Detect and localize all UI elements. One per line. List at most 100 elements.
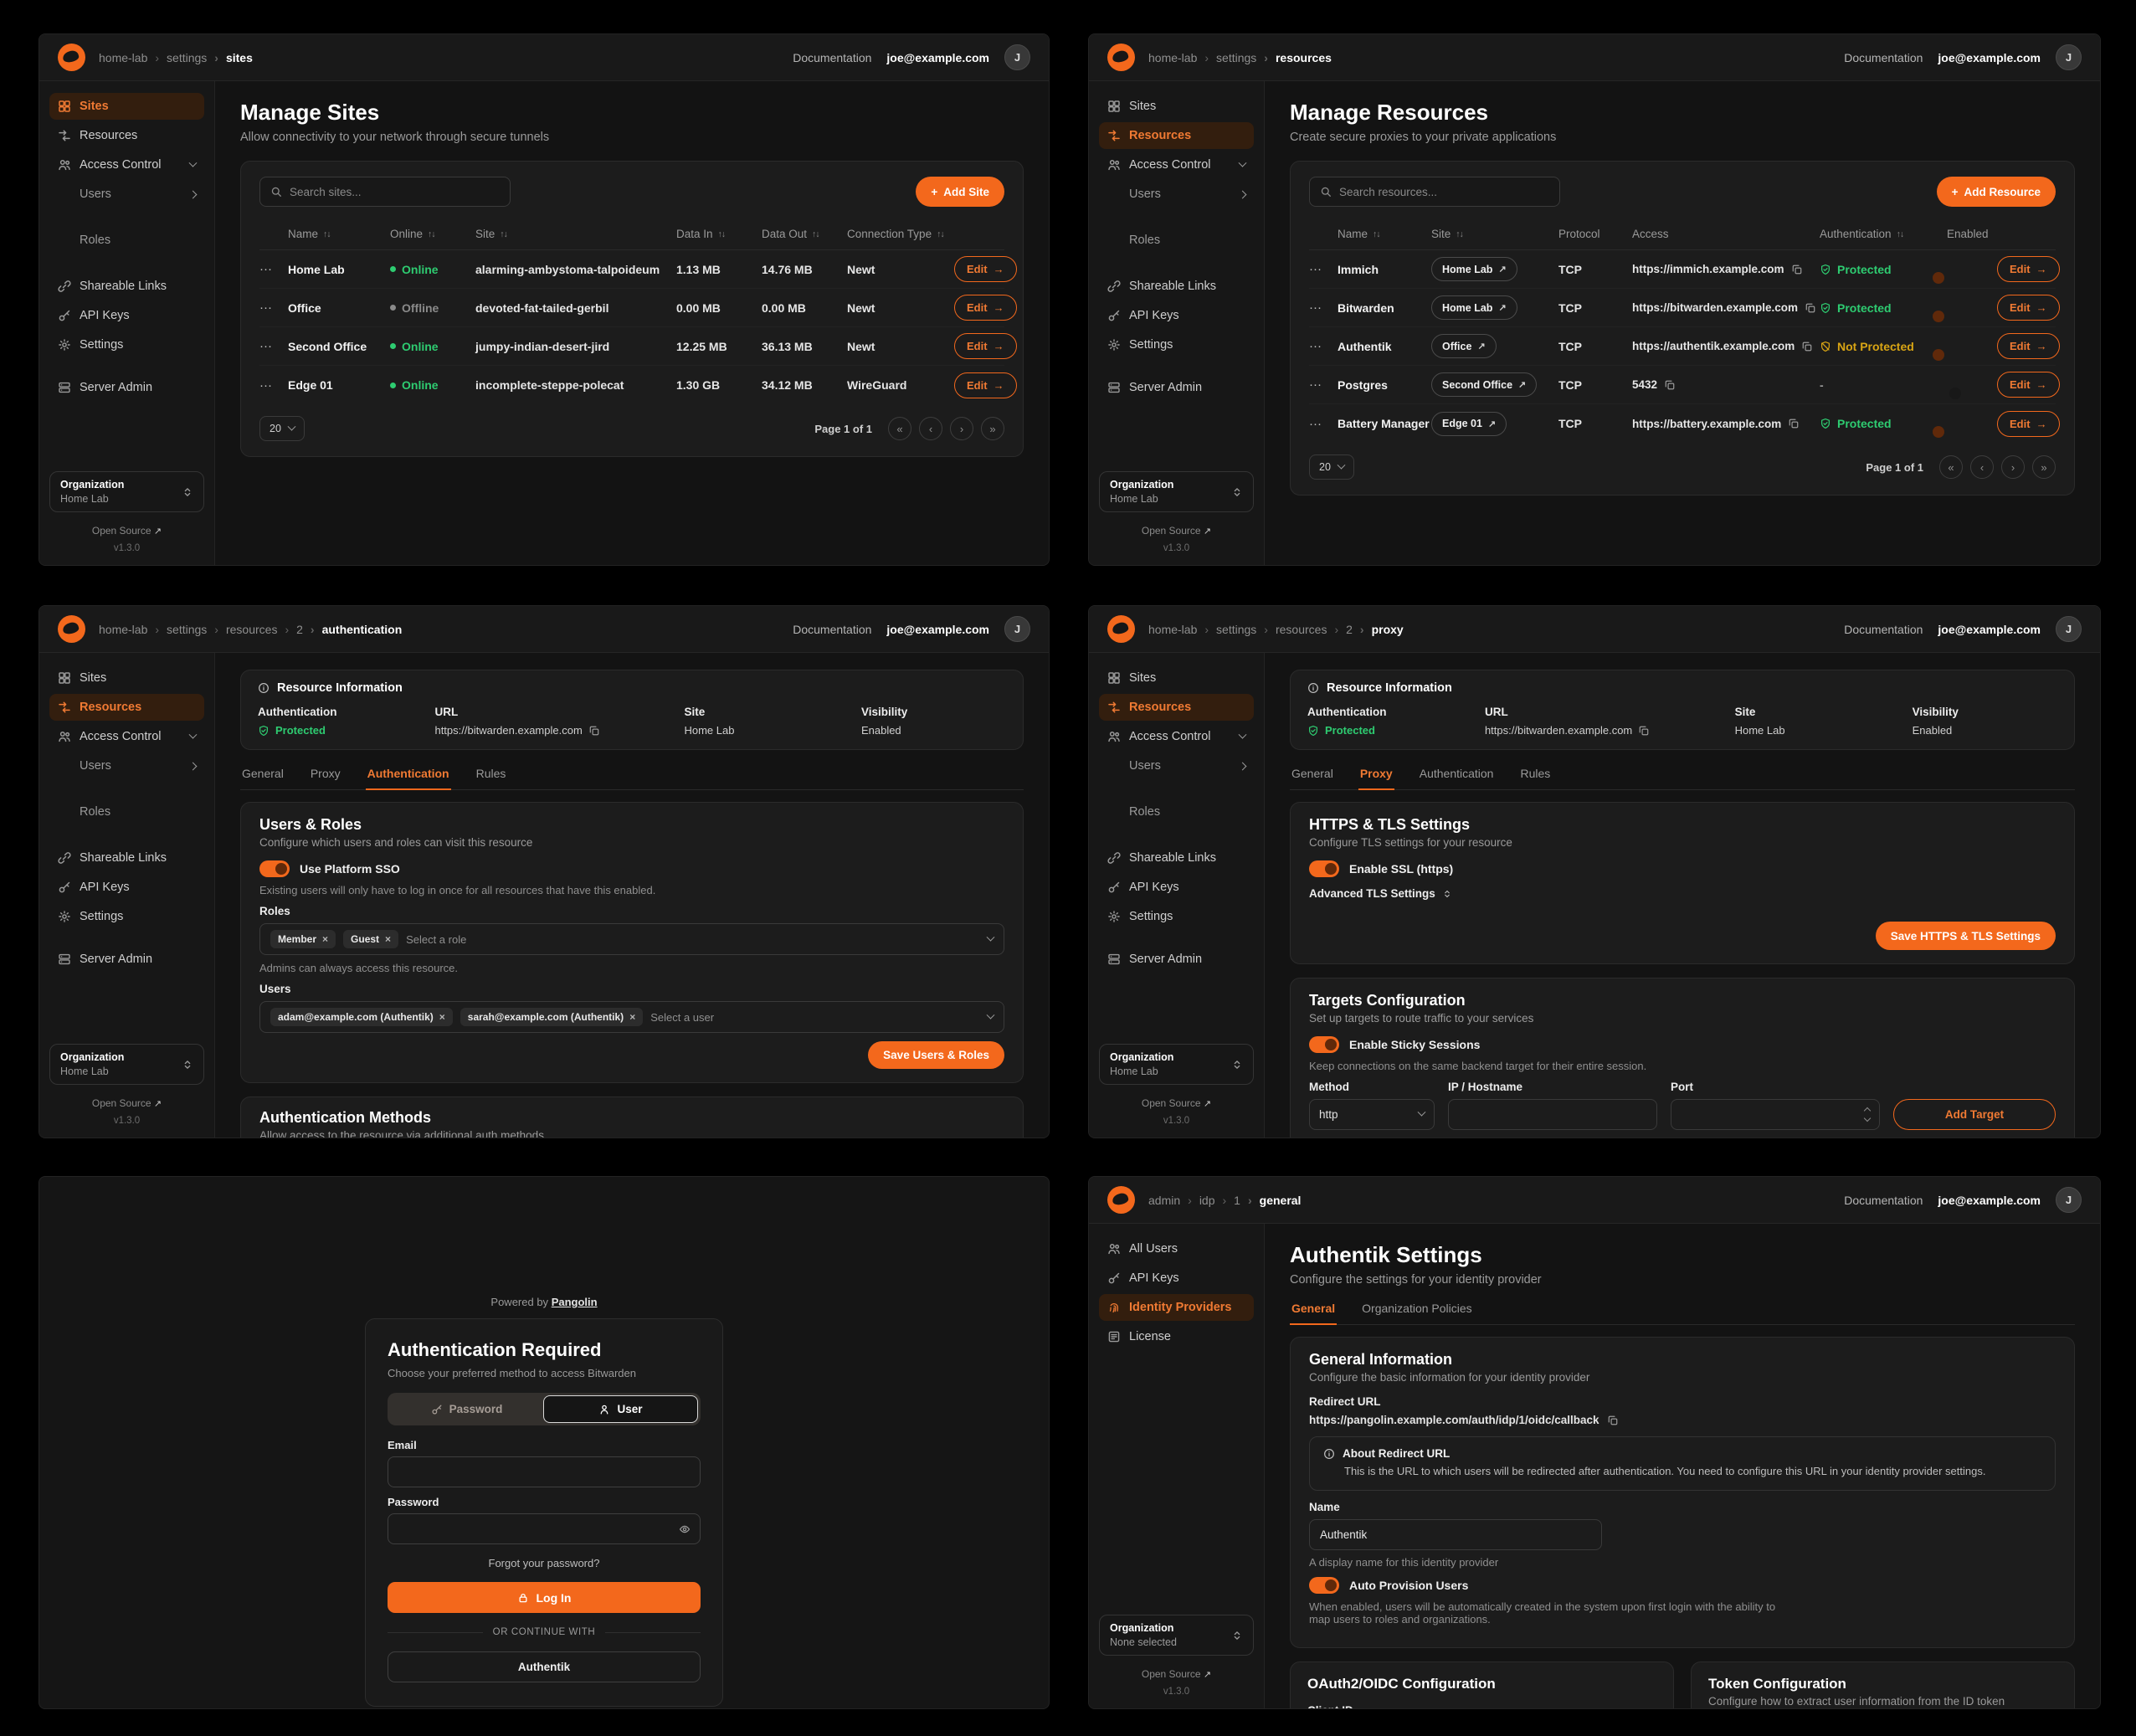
sidebar-item[interactable]: Shareable Links bbox=[1099, 273, 1254, 300]
edit-button[interactable]: Edit→ bbox=[954, 256, 1017, 282]
user-email[interactable]: joe@example.com bbox=[1938, 1194, 2041, 1207]
tab-rules[interactable]: Rules bbox=[475, 760, 508, 789]
breadcrumb-item[interactable]: 1 bbox=[1215, 1194, 1240, 1207]
org-selector[interactable]: OrganizationHome Lab bbox=[1099, 471, 1254, 512]
page-size-select[interactable]: 20 bbox=[1309, 455, 1354, 480]
add-target-button[interactable]: Add Target bbox=[1893, 1099, 2056, 1130]
sidebar-item[interactable]: Server Admin bbox=[1099, 946, 1254, 973]
sidebar-item[interactable]: All Users bbox=[1099, 1235, 1254, 1262]
breadcrumb-item[interactable]: resources bbox=[1256, 623, 1327, 636]
tab-proxy[interactable]: Proxy bbox=[309, 760, 342, 789]
role-chip[interactable]: Guest× bbox=[343, 930, 398, 948]
sidebar-item[interactable]: API Keys bbox=[49, 874, 204, 901]
next-page-button[interactable]: › bbox=[2001, 455, 2025, 479]
documentation-link[interactable]: Documentation bbox=[1844, 623, 1923, 636]
edit-button[interactable]: Edit→ bbox=[1997, 372, 2060, 398]
row-menu-icon[interactable]: ··· bbox=[1309, 339, 1338, 353]
row-menu-icon[interactable]: ··· bbox=[259, 300, 288, 315]
role-chip[interactable]: Member× bbox=[270, 930, 336, 948]
user-email[interactable]: joe@example.com bbox=[1938, 623, 2041, 636]
column-header[interactable]: Connection Type↑↓ bbox=[847, 228, 954, 240]
tab-user[interactable]: User bbox=[543, 1395, 698, 1423]
save-users-roles-button[interactable]: Save Users & Roles bbox=[868, 1041, 1004, 1069]
column-header[interactable]: Site↑↓ bbox=[475, 228, 676, 240]
tab-org-policies[interactable]: Organization Policies bbox=[1360, 1295, 1474, 1324]
sidebar-item[interactable]: Settings bbox=[1099, 331, 1254, 358]
documentation-link[interactable]: Documentation bbox=[793, 623, 871, 636]
pangolin-logo-icon[interactable] bbox=[1107, 615, 1135, 643]
sidebar-item[interactable]: Users bbox=[1099, 181, 1254, 208]
eye-icon[interactable] bbox=[679, 1523, 691, 1535]
edit-button[interactable]: Edit→ bbox=[954, 372, 1017, 398]
remove-chip-icon[interactable]: × bbox=[322, 933, 328, 945]
password-field[interactable] bbox=[388, 1513, 701, 1544]
open-source-link[interactable]: Open Source ↗ bbox=[49, 525, 204, 537]
avatar[interactable]: J bbox=[2056, 1187, 2082, 1213]
copy-icon[interactable] bbox=[588, 725, 600, 737]
row-menu-icon[interactable]: ··· bbox=[1309, 300, 1338, 315]
login-button[interactable]: Log In bbox=[388, 1582, 701, 1613]
sidebar-item[interactable]: Server Admin bbox=[1099, 374, 1254, 401]
breadcrumb-item[interactable]: settings bbox=[147, 623, 207, 636]
sidebar-item[interactable]: Sites bbox=[49, 665, 204, 691]
sidebar-item[interactable]: Shareable Links bbox=[49, 845, 204, 871]
page-size-select[interactable]: 20 bbox=[259, 416, 305, 441]
first-page-button[interactable]: « bbox=[888, 417, 911, 440]
column-header[interactable]: Data Out↑↓ bbox=[762, 228, 847, 240]
tab-rules[interactable]: Rules bbox=[1518, 760, 1552, 789]
add-site-button[interactable]: + Add Site bbox=[916, 177, 1004, 207]
authentik-sso-button[interactable]: Authentik bbox=[388, 1651, 701, 1682]
search-input[interactable]: Search resources... bbox=[1309, 177, 1560, 207]
sidebar-item[interactable]: Shareable Links bbox=[1099, 845, 1254, 871]
first-page-button[interactable]: « bbox=[1939, 455, 1963, 479]
edit-button[interactable]: Edit→ bbox=[954, 295, 1017, 321]
breadcrumb-item[interactable]: home-lab bbox=[99, 623, 147, 636]
port-input[interactable] bbox=[1671, 1099, 1880, 1130]
sidebar-item[interactable]: Roles bbox=[1099, 227, 1254, 254]
sidebar-item[interactable]: Users bbox=[49, 181, 204, 208]
pangolin-logo-icon[interactable] bbox=[58, 44, 85, 71]
sidebar-item[interactable]: Server Admin bbox=[49, 946, 204, 973]
edit-button[interactable]: Edit→ bbox=[1997, 256, 2060, 282]
copy-icon[interactable] bbox=[1607, 1415, 1619, 1426]
sidebar-item[interactable]: Access Control bbox=[49, 723, 204, 750]
edit-button[interactable]: Edit→ bbox=[954, 333, 1017, 359]
stepper-icon[interactable] bbox=[1865, 1108, 1870, 1121]
tab-general[interactable]: General bbox=[240, 760, 285, 789]
row-menu-icon[interactable]: ··· bbox=[259, 378, 288, 393]
copy-icon[interactable] bbox=[1791, 264, 1803, 275]
breadcrumb-item[interactable]: settings bbox=[1197, 51, 1256, 64]
breadcrumb-item[interactable]: home-lab bbox=[1148, 623, 1197, 636]
avatar[interactable]: J bbox=[2056, 616, 2082, 642]
save-tls-button[interactable]: Save HTTPS & TLS Settings bbox=[1876, 922, 2056, 950]
sidebar-item[interactable]: Access Control bbox=[1099, 152, 1254, 178]
copy-icon[interactable] bbox=[1805, 302, 1816, 314]
sidebar-item[interactable]: API Keys bbox=[1099, 874, 1254, 901]
breadcrumb-item[interactable]: admin bbox=[1148, 1194, 1180, 1207]
open-source-link[interactable]: Open Source ↗ bbox=[1099, 1097, 1254, 1109]
last-page-button[interactable]: » bbox=[2032, 455, 2056, 479]
org-selector[interactable]: OrganizationNone selected bbox=[1099, 1615, 1254, 1656]
sidebar-item[interactable]: Settings bbox=[1099, 903, 1254, 930]
platform-sso-toggle[interactable] bbox=[259, 860, 290, 877]
edit-button[interactable]: Edit→ bbox=[1997, 411, 2060, 437]
open-source-link[interactable]: Open Source ↗ bbox=[49, 1097, 204, 1109]
add-resource-button[interactable]: + Add Resource bbox=[1937, 177, 2056, 207]
user-email[interactable]: joe@example.com bbox=[886, 623, 989, 636]
prev-page-button[interactable]: ‹ bbox=[1970, 455, 1994, 479]
site-pill[interactable]: Office↗ bbox=[1431, 334, 1497, 358]
name-input[interactable] bbox=[1309, 1519, 1602, 1550]
sidebar-item[interactable]: Users bbox=[49, 752, 204, 779]
sidebar-item[interactable]: Roles bbox=[49, 227, 204, 254]
sidebar-item[interactable]: Sites bbox=[1099, 665, 1254, 691]
sidebar-item[interactable]: Shareable Links bbox=[49, 273, 204, 300]
site-pill[interactable]: Home Lab↗ bbox=[1431, 295, 1517, 320]
avatar[interactable]: J bbox=[1004, 616, 1030, 642]
column-header[interactable]: Online↑↓ bbox=[390, 228, 475, 240]
sidebar-item[interactable]: Server Admin bbox=[49, 374, 204, 401]
row-menu-icon[interactable]: ··· bbox=[259, 262, 288, 276]
tab-general[interactable]: General bbox=[1290, 1295, 1337, 1325]
sidebar-item[interactable]: Users bbox=[1099, 752, 1254, 779]
column-header[interactable]: Data In↑↓ bbox=[676, 228, 762, 240]
pangolin-link[interactable]: Pangolin bbox=[552, 1296, 598, 1308]
